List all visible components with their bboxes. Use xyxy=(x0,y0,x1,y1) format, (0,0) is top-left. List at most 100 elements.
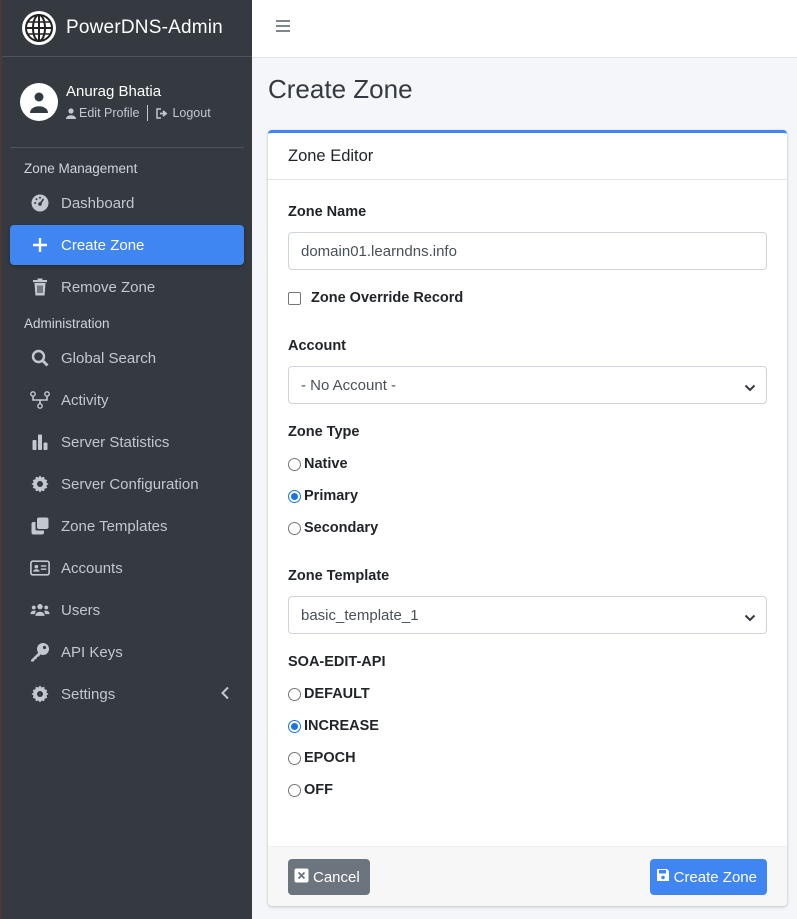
close-icon xyxy=(294,868,309,887)
zone-type-native-radio[interactable]: Native xyxy=(288,456,348,472)
hamburger-menu-icon[interactable] xyxy=(275,19,291,38)
gear-icon xyxy=(30,474,50,494)
topbar xyxy=(252,0,797,58)
soa-off-radio[interactable]: OFF xyxy=(288,782,333,798)
radio-circle-selected[interactable] xyxy=(288,719,301,733)
sidebar-item-api-keys[interactable]: API Keys xyxy=(10,632,244,672)
zone-type-label: Zone Type xyxy=(288,424,360,440)
sidebar-item-global-search[interactable]: Global Search xyxy=(10,338,244,378)
dashboard-icon xyxy=(30,193,50,213)
soa-increase-radio[interactable]: INCREASE xyxy=(288,718,379,734)
soa-epoch-radio[interactable]: EPOCH xyxy=(288,750,356,766)
save-icon xyxy=(656,868,670,886)
clone-icon xyxy=(30,516,50,536)
create-zone-label: Create Zone xyxy=(673,868,757,886)
trash-icon xyxy=(30,277,50,297)
zone-override-checkbox[interactable]: Zone Override Record xyxy=(288,290,463,306)
id-card-icon xyxy=(30,558,50,578)
radio-label: Primary xyxy=(304,488,359,504)
soa-edit-api-label: SOA-EDIT-API xyxy=(288,654,386,670)
sidebar-item-remove-zone[interactable]: Remove Zone xyxy=(10,267,244,307)
sidebar-item-label: Create Zone xyxy=(61,236,145,254)
radio-circle[interactable] xyxy=(288,457,301,471)
radio-label: EPOCH xyxy=(304,750,356,766)
globe-icon xyxy=(22,11,56,45)
sidebar-item-label: Activity xyxy=(61,391,109,409)
edit-profile-link[interactable]: Edit Profile xyxy=(66,106,139,120)
nav-header-admin: Administration xyxy=(24,316,110,331)
create-zone-button[interactable]: Create Zone xyxy=(649,859,767,895)
page-title: Create Zone xyxy=(268,74,413,104)
zone-name-input[interactable]: domain01.learndns.info xyxy=(288,232,767,270)
radio-label: OFF xyxy=(304,782,333,798)
account-value: - No Account - xyxy=(301,376,397,394)
account-label: Account xyxy=(288,338,346,354)
sidebar-item-accounts[interactable]: Accounts xyxy=(10,548,244,588)
search-icon xyxy=(30,348,50,368)
zone-type-secondary-radio[interactable]: Secondary xyxy=(288,520,378,536)
edit-profile-label: Edit Profile xyxy=(79,106,140,120)
soa-default-radio[interactable]: DEFAULT xyxy=(288,686,370,702)
zone-name-value: domain01.learndns.info xyxy=(301,242,457,260)
bar-chart-icon xyxy=(30,432,50,452)
sidebar-item-activity[interactable]: Activity xyxy=(10,380,244,420)
sidebar-item-label: Global Search xyxy=(61,349,157,367)
sidebar-item-label: Remove Zone xyxy=(61,278,156,296)
card-footer: Cancel Create Zone xyxy=(268,846,787,906)
radio-label: Secondary xyxy=(304,520,379,536)
radio-label: DEFAULT xyxy=(304,686,370,702)
cancel-button[interactable]: Cancel xyxy=(288,859,370,895)
sidebar-item-create-zone[interactable]: Create Zone xyxy=(10,225,244,265)
sidebar-item-server-statistics[interactable]: Server Statistics xyxy=(10,422,244,462)
nav-header-zone: Zone Management xyxy=(24,161,138,176)
logout-link[interactable]: Logout xyxy=(156,106,211,120)
brand[interactable]: PowerDNS-Admin xyxy=(2,0,252,57)
radio-circle[interactable] xyxy=(288,751,301,765)
zone-override-label: Zone Override Record xyxy=(311,290,464,306)
brand-name: PowerDNS-Admin xyxy=(66,17,223,38)
checkbox-box[interactable] xyxy=(288,291,301,305)
radio-circle[interactable] xyxy=(288,521,301,535)
zone-template-label: Zone Template xyxy=(288,568,390,584)
user-icon xyxy=(66,107,76,119)
sidebar-item-zone-templates[interactable]: Zone Templates xyxy=(10,506,244,546)
chevron-down-icon xyxy=(744,380,756,397)
sidebar-item-label: Settings xyxy=(61,685,116,703)
cancel-label: Cancel xyxy=(313,868,360,886)
sidebar-item-server-configuration[interactable]: Server Configuration xyxy=(10,464,244,504)
radio-label: INCREASE xyxy=(304,718,379,734)
radio-label: Native xyxy=(304,456,348,472)
chevron-left-icon[interactable] xyxy=(220,686,230,704)
radio-circle[interactable] xyxy=(288,783,301,797)
key-icon xyxy=(30,642,50,662)
logout-icon xyxy=(156,107,168,119)
zone-template-value: basic_template_1 xyxy=(301,606,419,624)
sidebar-item-label: Server Configuration xyxy=(61,475,199,493)
zone-name-label: Zone Name xyxy=(288,204,367,220)
sidebar-item-label: API Keys xyxy=(61,643,123,661)
sidebar-item-label: Accounts xyxy=(61,559,123,577)
card-header: Zone Editor xyxy=(268,133,787,180)
zone-editor-card: Zone Editor Zone Name domain01.learndns.… xyxy=(268,130,787,906)
chevron-down-icon xyxy=(744,610,756,627)
sidebar-item-label: Zone Templates xyxy=(61,517,168,535)
activity-icon xyxy=(30,390,50,410)
account-select[interactable]: - No Account - xyxy=(288,366,767,404)
radio-circle-selected[interactable] xyxy=(288,489,301,503)
sidebar-item-label: Dashboard xyxy=(61,194,135,212)
sidebar-item-users[interactable]: Users xyxy=(10,590,244,630)
sidebar-item-label: Users xyxy=(61,601,101,619)
logout-label: Logout xyxy=(172,106,211,120)
radio-circle[interactable] xyxy=(288,687,301,701)
user-panel: Anurag Bhatia Edit Profile Logout xyxy=(10,57,244,148)
zone-type-primary-radio[interactable]: Primary xyxy=(288,488,358,504)
plus-icon xyxy=(30,235,50,255)
sidebar-item-settings[interactable]: Settings xyxy=(10,674,244,714)
sidebar-item-label: Server Statistics xyxy=(61,433,170,451)
sidebar-item-dashboard[interactable]: Dashboard xyxy=(10,183,244,223)
sidebar: PowerDNS-Admin Anurag Bhatia Edit Profil… xyxy=(0,0,252,919)
user-name: Anurag Bhatia xyxy=(66,83,162,100)
avatar[interactable] xyxy=(20,83,58,121)
gear-icon xyxy=(30,684,50,704)
zone-template-select[interactable]: basic_template_1 xyxy=(288,596,767,634)
